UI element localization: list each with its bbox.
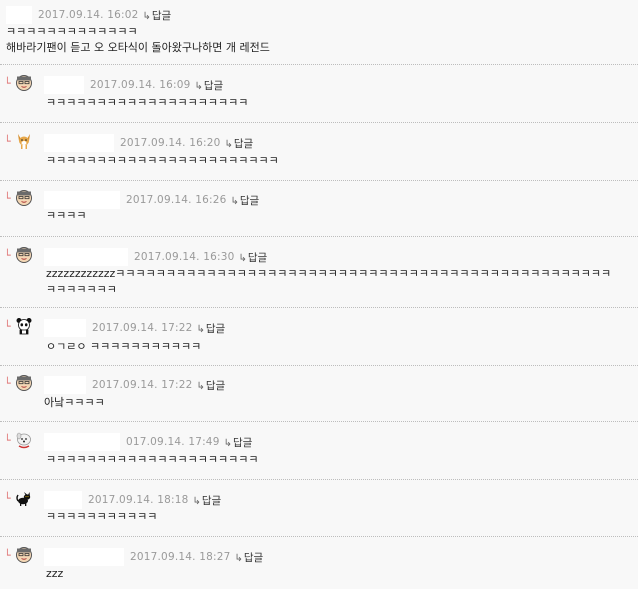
- face-icon[interactable]: [15, 374, 33, 392]
- reply-button[interactable]: ↳답글: [224, 136, 253, 151]
- comment-text: ㅋㅋㅋㅋㅋㅋㅋㅋㅋㅋㅋㅋㅋ: [6, 25, 138, 38]
- reply-label: 답글: [247, 251, 268, 264]
- reply-label: 답글: [203, 79, 224, 92]
- comment-text: 해바라기팬이 듣고 오 오타식이 돌아왔구나하면 개 레전드: [6, 41, 270, 54]
- reply-button[interactable]: ↳답글: [230, 193, 259, 208]
- nickname-hidden[interactable]: [6, 6, 32, 24]
- reply-label: 답글: [205, 379, 226, 392]
- comment-divider: [0, 479, 638, 480]
- comment-divider: [0, 421, 638, 422]
- reply-branch-icon: └: [4, 192, 11, 205]
- reply-branch-icon: └: [4, 492, 11, 505]
- comment-text: ㅋㅋㅋㅋㅋㅋㅋ: [46, 283, 117, 296]
- nickname-hidden[interactable]: [44, 76, 84, 94]
- nickname-hidden[interactable]: [44, 248, 128, 266]
- reply-label: 답글: [232, 436, 253, 449]
- dog-icon[interactable]: [15, 132, 33, 150]
- comment-meta: 2017.09.14. 16:20 ↳답글: [44, 134, 253, 152]
- comment-meta: 2017.09.14. 16:26 ↳답글: [44, 191, 259, 209]
- reply-branch-icon: └: [4, 77, 11, 90]
- reply-label: 답글: [239, 194, 260, 207]
- white-dog-icon[interactable]: [15, 431, 33, 449]
- reply-arrow-icon: ↳: [238, 252, 247, 264]
- black-cat-icon[interactable]: [15, 489, 33, 507]
- comment-text: ㅋㅋㅋㅋㅋㅋㅋㅋㅋㅋㅋㅋㅋㅋㅋㅋㅋㅋㅋㅋ: [46, 96, 249, 109]
- comment-meta: 2017.09.14. 17:22 ↳답글: [44, 376, 225, 394]
- reply-button[interactable]: ↳답글: [142, 8, 171, 23]
- face-icon[interactable]: [15, 189, 33, 207]
- comment-divider: [0, 536, 638, 537]
- reply-button[interactable]: ↳답글: [234, 550, 263, 565]
- nickname-hidden[interactable]: [44, 491, 82, 509]
- comment-divider: [0, 180, 638, 181]
- reply-branch-icon: └: [4, 549, 11, 562]
- comment-text: ㅋㅋㅋㅋ: [46, 209, 87, 222]
- panda-icon[interactable]: [15, 317, 33, 335]
- comment-date: 2017.09.14. 16:02: [38, 9, 139, 21]
- comment-date: 2017.09.14. 16:20: [120, 137, 221, 149]
- reply-arrow-icon: ↳: [196, 323, 205, 335]
- reply-arrow-icon: ↳: [196, 380, 205, 392]
- comment-text: ㅋㅋㅋㅋㅋㅋㅋㅋㅋㅋㅋ: [46, 510, 158, 523]
- reply-branch-icon: └: [4, 434, 11, 447]
- reply-button[interactable]: ↳답글: [196, 378, 225, 393]
- reply-label: 답글: [201, 494, 222, 507]
- reply-label: 답글: [205, 322, 226, 335]
- comment-date: 017.09.14. 17:49: [126, 436, 220, 448]
- reply-label: 답글: [243, 551, 264, 564]
- comment-meta: 2017.09.14. 16:02 ↳답글: [6, 6, 171, 24]
- comment-date: 2017.09.14. 16:30: [134, 251, 235, 263]
- comment-meta: 2017.09.14. 18:27 ↳답글: [44, 548, 263, 566]
- reply-arrow-icon: ↳: [194, 80, 203, 92]
- comment-text: zzzzzzzzzzzzㅋㅋㅋㅋㅋㅋㅋㅋㅋㅋㅋㅋㅋㅋㅋㅋㅋㅋㅋㅋㅋㅋㅋㅋㅋㅋㅋㅋ…: [46, 267, 612, 280]
- comment-text: ㅋㅋㅋㅋㅋㅋㅋㅋㅋㅋㅋㅋㅋㅋㅋㅋㅋㅋㅋㅋㅋ: [46, 453, 259, 466]
- reply-branch-icon: └: [4, 249, 11, 262]
- reply-arrow-icon: ↳: [192, 495, 201, 507]
- comment-date: 2017.09.14. 16:26: [126, 194, 227, 206]
- nickname-hidden[interactable]: [44, 319, 86, 337]
- reply-branch-icon: └: [4, 135, 11, 148]
- face-icon[interactable]: [15, 546, 33, 564]
- comment-date: 2017.09.14. 18:27: [130, 551, 231, 563]
- reply-arrow-icon: ↳: [223, 437, 232, 449]
- reply-arrow-icon: ↳: [230, 195, 239, 207]
- reply-button[interactable]: ↳답글: [238, 250, 267, 265]
- comment-date: 2017.09.14. 17:22: [92, 379, 193, 391]
- reply-label: 답글: [233, 137, 254, 150]
- reply-branch-icon: └: [4, 320, 11, 333]
- comment-divider: [0, 365, 638, 366]
- nickname-hidden[interactable]: [44, 548, 124, 566]
- reply-branch-icon: └: [4, 377, 11, 390]
- nickname-hidden[interactable]: [44, 191, 120, 209]
- comment-meta: 2017.09.14. 16:30 ↳답글: [44, 248, 267, 266]
- comment-meta: 017.09.14. 17:49 ↳답글: [44, 433, 252, 451]
- face-icon[interactable]: [15, 74, 33, 92]
- comment-date: 2017.09.14. 17:22: [92, 322, 193, 334]
- reply-label: 답글: [151, 9, 172, 22]
- reply-arrow-icon: ↳: [142, 10, 151, 22]
- reply-button[interactable]: ↳답글: [224, 435, 253, 450]
- comment-text: 아낰ㅋㅋㅋㅋ: [44, 396, 105, 409]
- nickname-hidden[interactable]: [44, 134, 114, 152]
- reply-button[interactable]: ↳답글: [194, 78, 223, 93]
- nickname-hidden[interactable]: [44, 433, 120, 451]
- comment-date: 2017.09.14. 18:18: [88, 494, 189, 506]
- comment-divider: [0, 307, 638, 308]
- reply-button[interactable]: ↳답글: [196, 321, 225, 336]
- comment-meta: 2017.09.14. 17:22 ↳답글: [44, 319, 225, 337]
- comment-text: zzz: [46, 567, 64, 580]
- comment-meta: 2017.09.14. 18:18 ↳답글: [44, 491, 221, 509]
- comment-meta: 2017.09.14. 16:09 ↳답글: [44, 76, 223, 94]
- reply-arrow-icon: ↳: [224, 138, 233, 150]
- comment-divider: [0, 122, 638, 123]
- comment-text: ㅋㅋㅋㅋㅋㅋㅋㅋㅋㅋㅋㅋㅋㅋㅋㅋㅋㅋㅋㅋㅋㅋㅋ: [46, 154, 279, 167]
- reply-button[interactable]: ↳답글: [192, 493, 221, 508]
- reply-arrow-icon: ↳: [234, 552, 243, 564]
- comment-text: ㅇㄱㄹㅇ ㅋㅋㅋㅋㅋㅋㅋㅋㅋㅋㅋ: [46, 340, 202, 353]
- comment-divider: [0, 64, 638, 65]
- face-icon[interactable]: [15, 246, 33, 264]
- comment-date: 2017.09.14. 16:09: [90, 79, 191, 91]
- nickname-hidden[interactable]: [44, 376, 86, 394]
- comment-divider: [0, 236, 638, 237]
